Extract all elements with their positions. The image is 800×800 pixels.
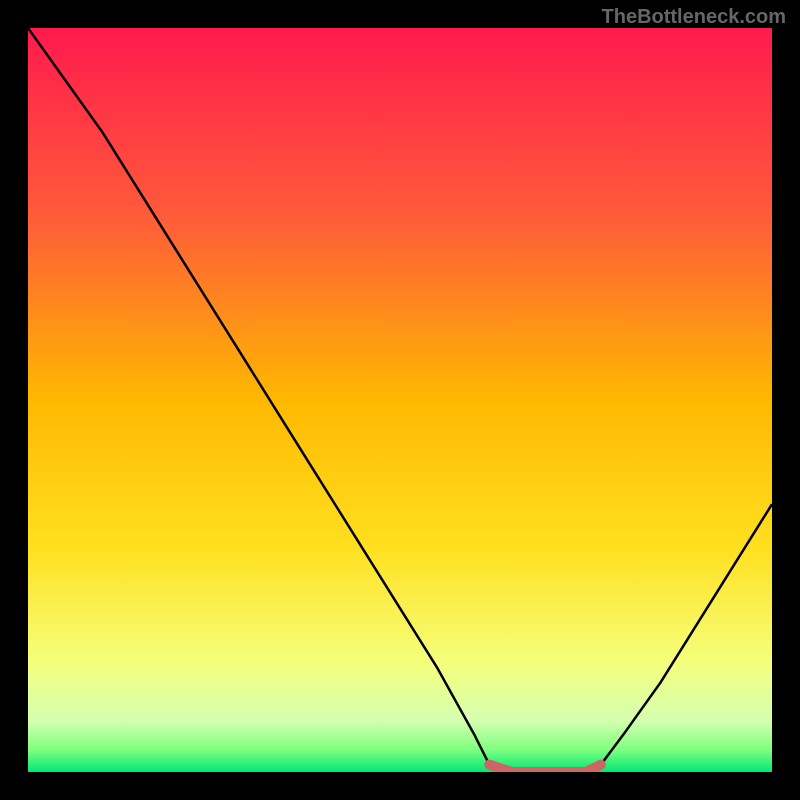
chart-background	[28, 28, 772, 772]
bottleneck-chart	[28, 28, 772, 772]
watermark-text: TheBottleneck.com	[602, 6, 786, 29]
chart-svg	[28, 28, 772, 772]
